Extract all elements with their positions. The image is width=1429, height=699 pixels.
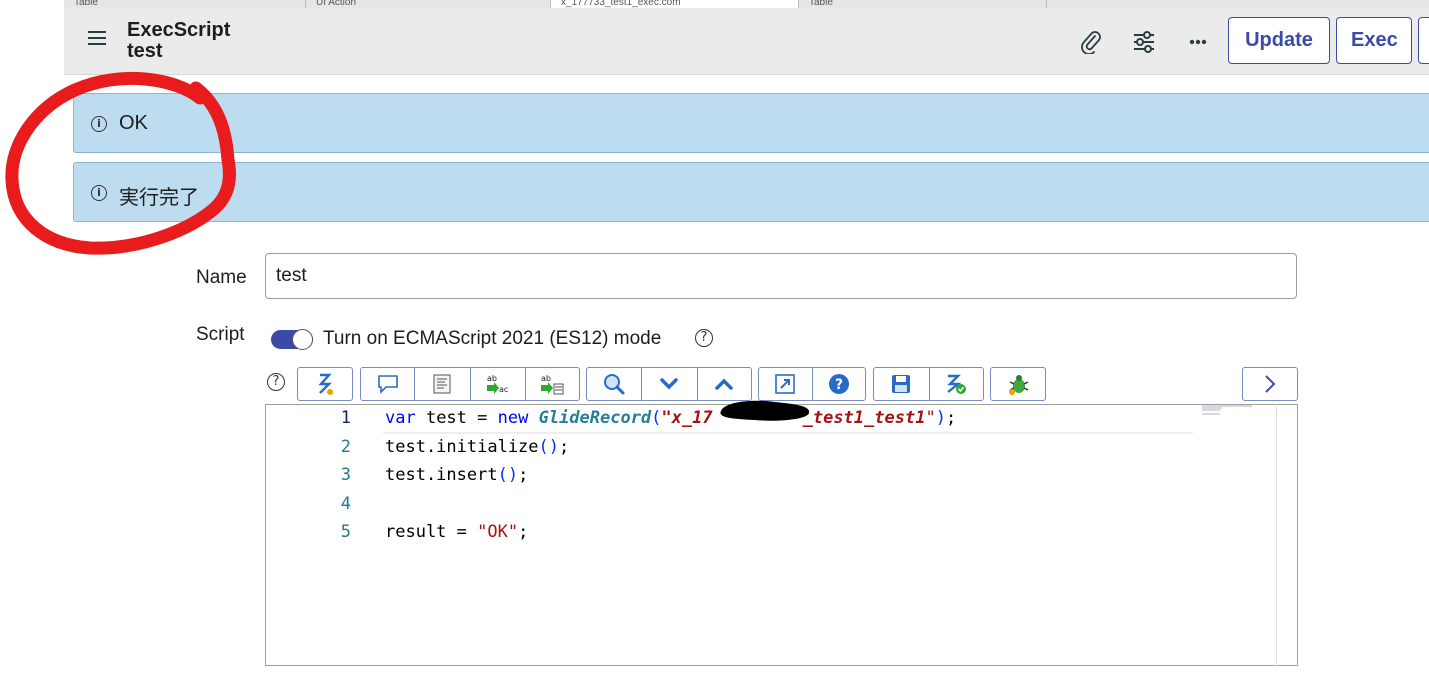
comment-icon[interactable] bbox=[361, 368, 416, 400]
line-number: 1 bbox=[340, 408, 351, 428]
overflow-button[interactable] bbox=[1418, 17, 1429, 64]
string-literal-end: _test1_test1 bbox=[802, 408, 926, 428]
name-label: Name bbox=[196, 267, 247, 288]
toolbar-group-debug bbox=[990, 367, 1046, 401]
info-message-complete: i 実行完了 bbox=[73, 162, 1429, 222]
toolbar-group-format bbox=[297, 367, 353, 401]
redaction-mark bbox=[720, 400, 810, 421]
string-literal: "OK" bbox=[477, 522, 519, 542]
script-help-icon[interactable]: ? bbox=[267, 373, 285, 391]
svg-text:ab: ab bbox=[541, 374, 551, 383]
debug-bug-icon[interactable] bbox=[991, 368, 1045, 400]
uncomment-icon[interactable] bbox=[415, 368, 471, 400]
class-name: GlideRecord bbox=[538, 408, 652, 428]
code-text: ; bbox=[945, 408, 957, 428]
script-label: Script bbox=[196, 324, 245, 345]
find-next-chevron-down-icon[interactable] bbox=[642, 368, 698, 400]
more-options-icon[interactable] bbox=[1186, 30, 1212, 54]
svg-text:ac: ac bbox=[499, 385, 508, 394]
toolbar-group-save bbox=[873, 367, 984, 401]
help-icon[interactable]: ? bbox=[695, 329, 713, 347]
syntax-check-icon[interactable] bbox=[930, 368, 984, 400]
code-text: result = bbox=[385, 522, 478, 542]
tab-table[interactable]: Table bbox=[64, 0, 306, 8]
code-line: test.initialize(); bbox=[385, 437, 570, 457]
toolbar-group-view: ? bbox=[758, 367, 866, 401]
hamburger-menu-icon[interactable] bbox=[88, 31, 106, 47]
svg-text:ab: ab bbox=[487, 374, 497, 383]
es12-mode-label: Turn on ECMAScript 2021 (ES12) mode bbox=[323, 328, 662, 349]
minimap-preview bbox=[1202, 405, 1252, 415]
replace-icon[interactable]: ab ac bbox=[471, 368, 526, 400]
toolbar-group-comment: ab ac ab bbox=[360, 367, 580, 401]
string-literal-start: "x_17 bbox=[661, 408, 713, 428]
name-input[interactable] bbox=[265, 253, 1297, 299]
es12-mode-toggle[interactable] bbox=[271, 329, 313, 350]
paperclip-icon[interactable] bbox=[1078, 30, 1104, 55]
string-quote: " bbox=[925, 408, 936, 428]
keyword-var: var bbox=[385, 408, 416, 428]
fullscreen-icon[interactable] bbox=[759, 368, 813, 400]
code-text: test.initialize bbox=[385, 437, 539, 457]
red-circle-annotation bbox=[5, 71, 236, 255]
code-line: var test = new GlideRecord("x_17 _test1_t… bbox=[385, 408, 957, 428]
search-icon[interactable] bbox=[587, 368, 643, 400]
toolbar-group-search bbox=[586, 367, 752, 401]
replace-all-icon[interactable]: ab bbox=[526, 368, 579, 400]
page-title: ExecScript test bbox=[127, 20, 230, 62]
tab-ui-action[interactable]: UI Action bbox=[306, 0, 551, 8]
line-number: 3 bbox=[340, 465, 351, 485]
find-previous-chevron-up-icon[interactable] bbox=[698, 368, 751, 400]
format-code-icon[interactable] bbox=[298, 368, 352, 400]
tab-exec-script[interactable]: x_177733_test1_exec.com bbox=[551, 0, 799, 8]
code-text: ; bbox=[518, 522, 529, 542]
svg-text:?: ? bbox=[835, 377, 843, 393]
info-message-ok: i OK bbox=[73, 93, 1429, 153]
code-text: test.insert bbox=[385, 465, 498, 485]
save-icon[interactable] bbox=[874, 368, 930, 400]
title-table-name: ExecScript bbox=[127, 19, 231, 41]
line-number: 4 bbox=[340, 494, 351, 514]
form-header: ExecScript test Update Exec bbox=[64, 8, 1429, 75]
update-button[interactable]: Update bbox=[1228, 17, 1330, 64]
title-record-name: test bbox=[127, 40, 163, 62]
tab-table-2[interactable]: Table bbox=[799, 0, 1047, 8]
code-line: result = "OK"; bbox=[385, 522, 528, 542]
line-number: 5 bbox=[340, 522, 351, 542]
settings-sliders-icon[interactable] bbox=[1132, 30, 1158, 54]
code-text: test = bbox=[415, 408, 498, 428]
exec-button[interactable]: Exec bbox=[1336, 17, 1412, 64]
chevron-right-icon[interactable] bbox=[1243, 368, 1297, 400]
toolbar-expand bbox=[1242, 367, 1298, 401]
keyword-new: new bbox=[497, 408, 529, 428]
line-number: 2 bbox=[340, 437, 351, 457]
code-line: test.insert(); bbox=[385, 465, 529, 485]
editor-minimap-divider bbox=[1276, 404, 1277, 666]
help-circle-icon[interactable]: ? bbox=[813, 368, 866, 400]
